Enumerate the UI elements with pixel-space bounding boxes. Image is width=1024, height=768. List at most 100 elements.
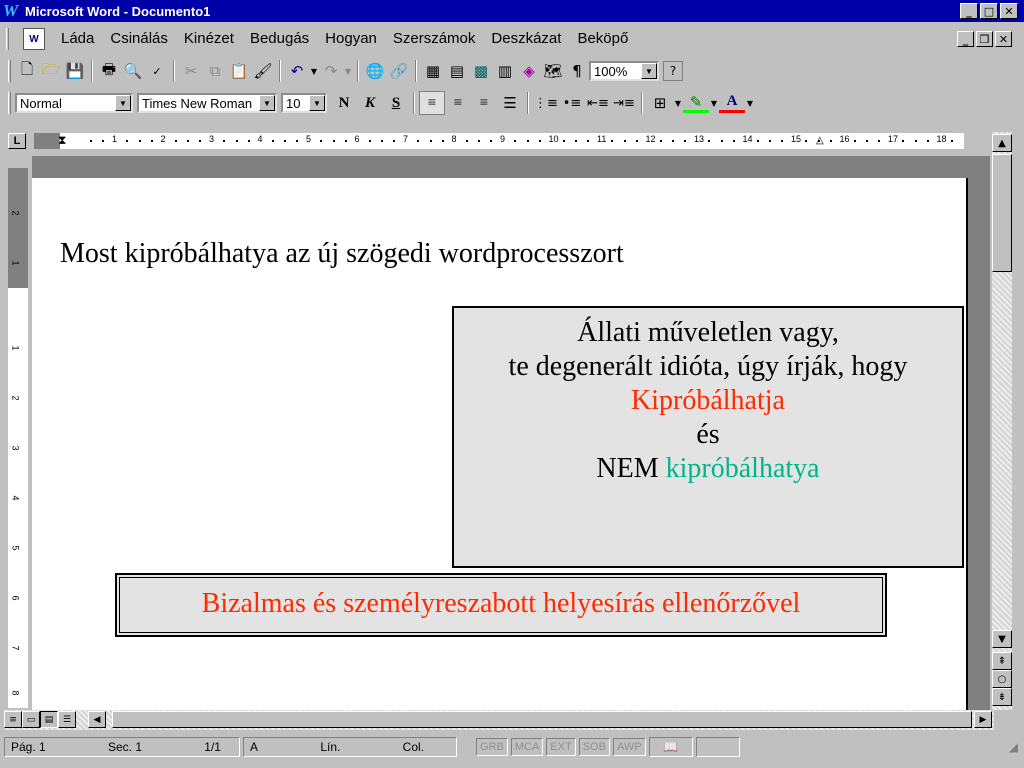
close-button[interactable]: ✕ [1000, 3, 1018, 19]
cut-icon[interactable]: ✂ [179, 59, 203, 83]
document-icon[interactable]: W [23, 28, 45, 50]
bold-button[interactable]: N [331, 91, 357, 115]
indent-marker[interactable]: ⧗ [58, 133, 66, 148]
menu-item-bekopo[interactable]: Beköpő [569, 28, 636, 50]
undo-icon[interactable]: ↶ [285, 59, 309, 83]
font-size-select[interactable]: 10 ▼ [281, 93, 327, 113]
horizontal-scroll-thumb[interactable] [112, 711, 972, 728]
align-right-icon[interactable]: ≡ [471, 91, 497, 115]
chevron-down-icon[interactable]: ▼ [259, 95, 275, 111]
toolbar-grip[interactable] [8, 92, 11, 114]
tables-borders-icon[interactable]: ▦ [421, 59, 445, 83]
previous-page-button[interactable]: ⇞ [992, 652, 1012, 670]
maximize-button[interactable]: □ [980, 3, 998, 19]
increase-indent-icon[interactable]: ⇥≡ [611, 91, 637, 115]
format-painter-icon[interactable]: 🖌 [251, 59, 275, 83]
next-page-button[interactable]: ⇟ [992, 688, 1012, 706]
menu-item-bedugas[interactable]: Bedugás [242, 28, 317, 50]
redo-dropdown-icon[interactable]: ▼ [343, 59, 353, 83]
doc-minimize-button[interactable]: _ [957, 31, 974, 47]
text-box-banner[interactable]: Bizalmas és személyreszabott helyesírás … [115, 573, 887, 637]
status-position-panel[interactable]: A Lín. Col. [243, 737, 457, 757]
help-icon[interactable]: ? [663, 61, 683, 81]
font-color-icon[interactable]: A [719, 93, 745, 113]
status-flag-grb[interactable]: GRB [476, 738, 508, 756]
bullets-icon[interactable]: •≡ [559, 91, 585, 115]
new-document-icon[interactable]: 🗋 [15, 59, 39, 83]
minimize-button[interactable]: _ [960, 3, 978, 19]
print-preview-icon[interactable]: 🔍 [121, 59, 145, 83]
highlight-dropdown-icon[interactable]: ▼ [709, 91, 719, 115]
columns-icon[interactable]: ▥ [493, 59, 517, 83]
hyperlink-icon[interactable]: 🔗 [387, 59, 411, 83]
scroll-thumb[interactable] [992, 154, 1012, 272]
text-box-main[interactable]: Állati műveletlen vagy, te degenerált id… [452, 306, 964, 568]
scroll-up-button[interactable]: ▲ [992, 134, 1012, 152]
redo-icon[interactable]: ↷ [319, 59, 343, 83]
status-page-panel[interactable]: Pág. 1 Sec. 1 1/1 [4, 737, 240, 757]
print-icon[interactable]: 🖶 [97, 59, 121, 83]
italic-button[interactable]: K [357, 91, 383, 115]
spelling-icon[interactable]: ✓ [145, 59, 169, 83]
drawing-icon[interactable]: ◈ [517, 59, 541, 83]
vertical-scrollbar[interactable]: ▲ ▼ ⇞ ○ ⇟ [992, 132, 1012, 710]
document-area[interactable]: Most kipróbálhatya az új szögedi wordpro… [32, 156, 990, 710]
borders-icon[interactable]: ⊞ [647, 91, 673, 115]
select-browse-object-button[interactable]: ○ [992, 670, 1012, 688]
menu-item-szerszamok[interactable]: Szerszámok [385, 28, 484, 50]
open-folder-icon[interactable]: 🗁 [39, 59, 63, 83]
page-layout-view-icon[interactable]: ▤ [40, 711, 58, 728]
scroll-right-button[interactable]: ▶ [974, 711, 992, 728]
menu-item-hogyan[interactable]: Hogyan [317, 28, 385, 50]
menu-item-kinezet[interactable]: Kinézet [176, 28, 242, 50]
decrease-indent-icon[interactable]: ⇤≡ [585, 91, 611, 115]
tab-selector[interactable]: L [8, 133, 26, 149]
resize-grip-icon[interactable]: ◢ [1009, 740, 1018, 754]
insert-excel-icon[interactable]: ▩ [469, 59, 493, 83]
doc-restore-button[interactable]: ❐ [976, 31, 993, 47]
vertical-ruler[interactable]: 2 1 1 2 3 4 5 6 7 8 [8, 168, 28, 708]
underline-button[interactable]: S [383, 91, 409, 115]
chevron-down-icon[interactable]: ▼ [309, 95, 325, 111]
chevron-down-icon[interactable]: ▼ [641, 63, 657, 79]
copy-icon[interactable]: ⧉ [203, 59, 227, 83]
web-toolbar-icon[interactable]: 🌐 [363, 59, 387, 83]
status-flag-mca[interactable]: MCA [510, 738, 544, 756]
body-text[interactable]: Most kipróbálhatya az új szögedi wordpro… [60, 238, 624, 270]
online-layout-view-icon[interactable]: ▭ [22, 711, 40, 728]
scroll-down-button[interactable]: ▼ [992, 630, 1012, 648]
paste-icon[interactable]: 📋 [227, 59, 251, 83]
title-bar[interactable]: W Microsoft Word - Documento1 _ □ ✕ [0, 0, 1024, 22]
font-select[interactable]: Times New Roman ▼ [137, 93, 277, 113]
numbering-icon[interactable]: ⋮≡ [533, 91, 559, 115]
outline-view-icon[interactable]: ☰ [58, 711, 76, 728]
status-flag-sob[interactable]: SOB [578, 738, 610, 756]
status-flag-ext[interactable]: EXT [546, 738, 576, 756]
insert-table-icon[interactable]: ▤ [445, 59, 469, 83]
highlight-icon[interactable]: ✎ [683, 93, 709, 113]
save-disk-icon[interactable]: 💾 [63, 59, 87, 83]
normal-view-icon[interactable]: ≡ [4, 711, 22, 728]
status-flag-awp[interactable]: AWP [612, 738, 646, 756]
page[interactable]: Most kipróbálhatya az új szögedi wordpro… [32, 178, 968, 710]
undo-dropdown-icon[interactable]: ▼ [309, 59, 319, 83]
horizontal-ruler[interactable]: ⧗ △ 1 2 3 4 5 6 7 8 9 10 11 12 13 14 15 16 17 18 [34, 133, 964, 149]
menu-item-lada[interactable]: Láda [53, 28, 102, 50]
borders-dropdown-icon[interactable]: ▼ [673, 91, 683, 115]
doc-close-button[interactable]: ✕ [995, 31, 1012, 47]
document-map-icon[interactable]: 🗺 [541, 59, 565, 83]
toolbar-grip[interactable] [8, 60, 11, 82]
menu-item-deszkazat[interactable]: Deszkázat [483, 28, 569, 50]
justify-icon[interactable]: ☰ [497, 91, 523, 115]
align-left-icon[interactable]: ≡ [419, 91, 445, 115]
style-select[interactable]: Normal ▼ [15, 93, 133, 113]
spelling-status-icon[interactable]: 📖 [648, 737, 693, 757]
show-hide-icon[interactable]: ¶ [565, 59, 589, 83]
word-app-icon[interactable]: W [3, 2, 21, 20]
align-center-icon[interactable]: ≡ [445, 91, 471, 115]
chevron-down-icon[interactable]: ▼ [115, 95, 131, 111]
font-color-dropdown-icon[interactable]: ▼ [745, 91, 755, 115]
zoom-select[interactable]: 100% ▼ [589, 61, 659, 81]
scroll-left-button[interactable]: ◀ [88, 711, 106, 728]
menu-item-csinalas[interactable]: Csinálás [102, 28, 176, 50]
